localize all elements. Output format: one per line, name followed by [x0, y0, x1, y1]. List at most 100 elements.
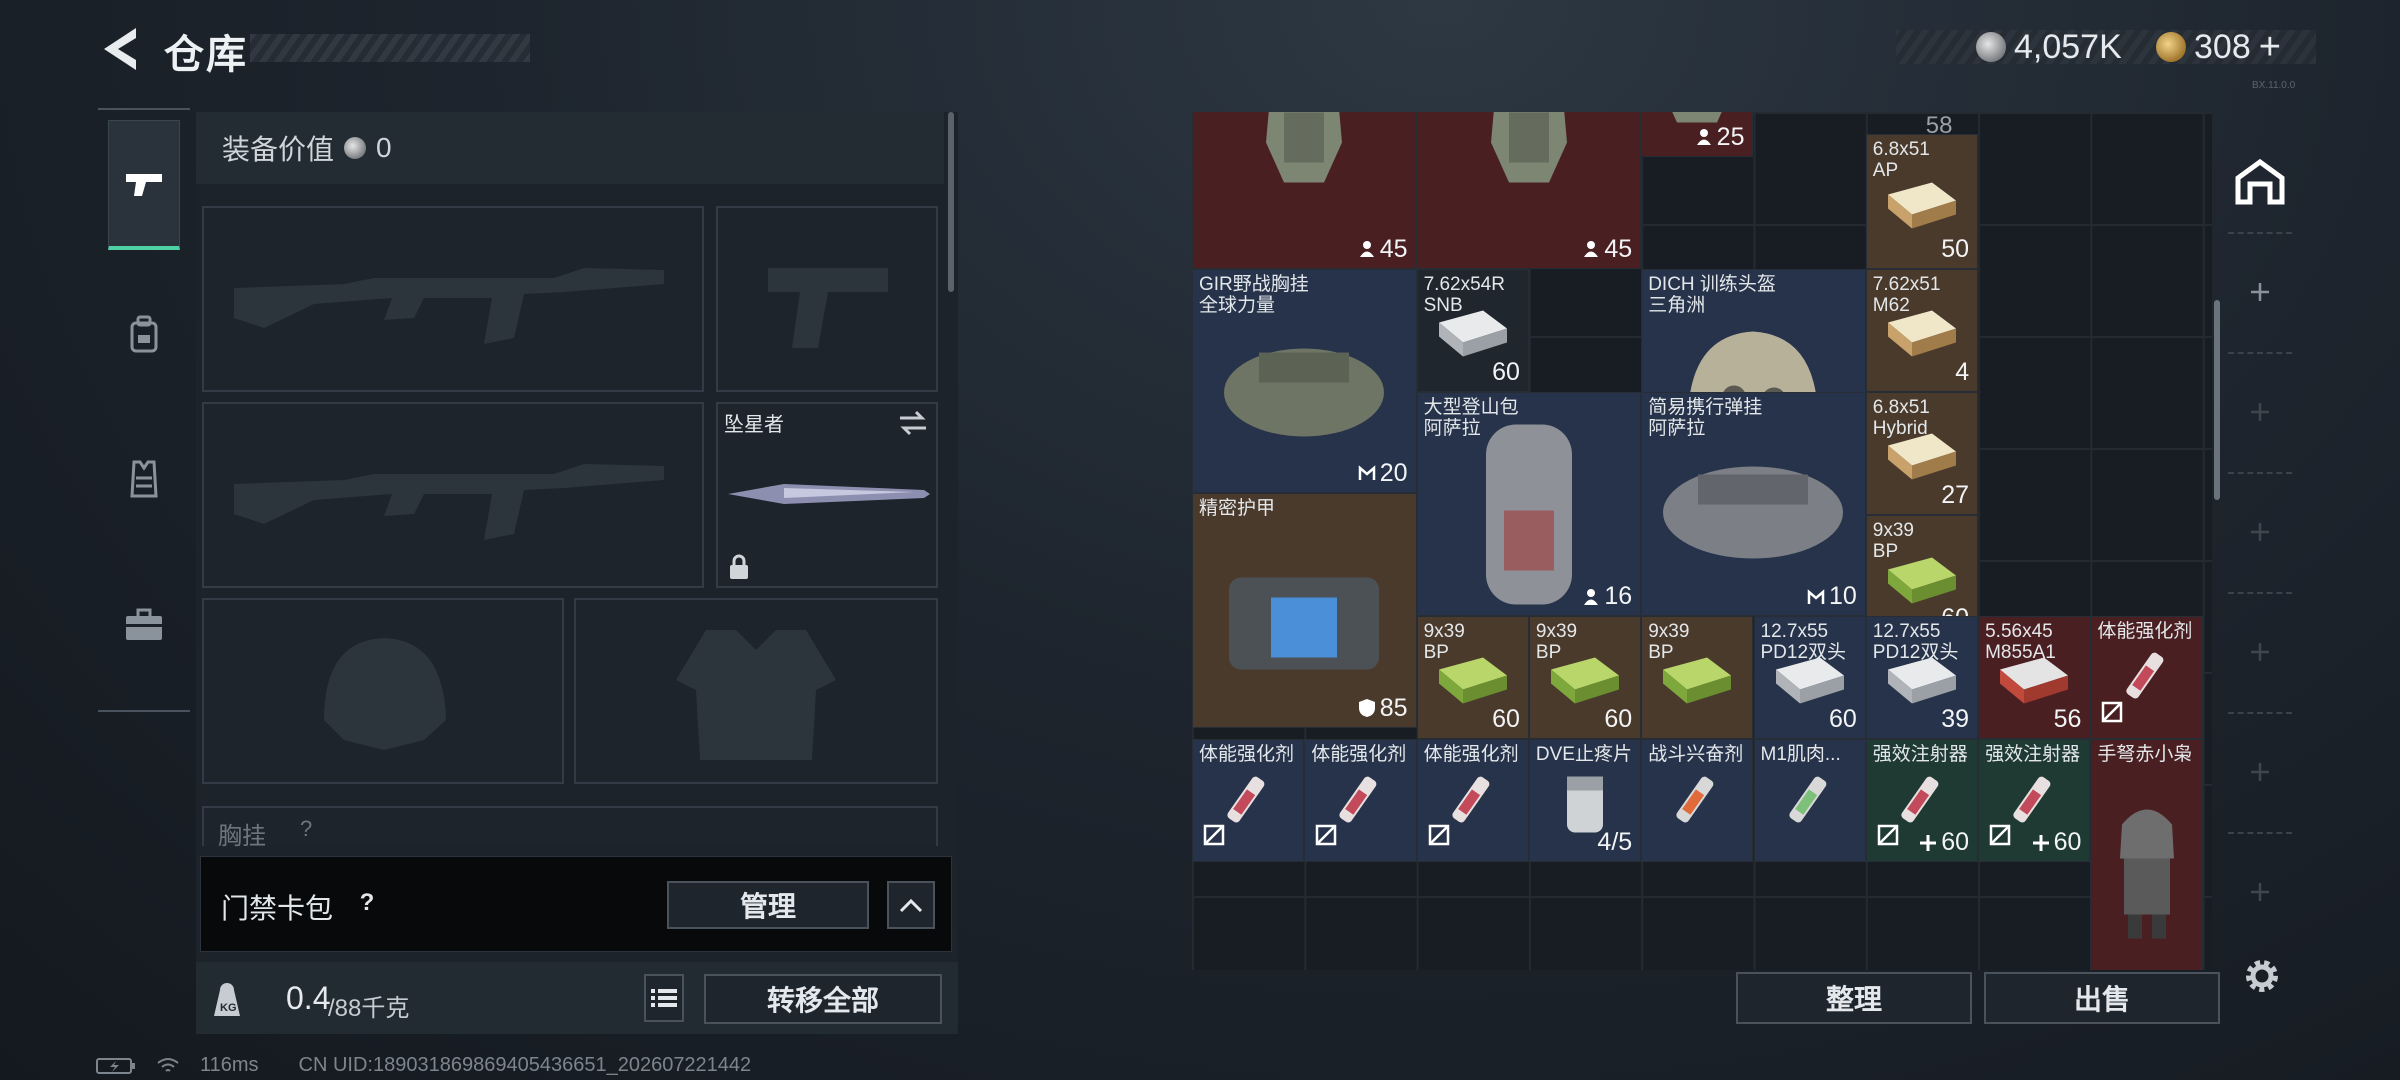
armor-slot[interactable] — [574, 598, 938, 784]
inventory-item[interactable]: 手弩赤小枭 — [2090, 739, 2203, 970]
inventory-item[interactable]: 12.7x55 PD12双头 39 — [1865, 616, 1979, 740]
inventory-item[interactable]: GIR野战胸挂 全球力量 20 — [1192, 268, 1417, 493]
silver-amount: 4,057K — [2014, 27, 2122, 66]
inventory-item[interactable]: 12.7x55 PD12双头 60 — [1753, 616, 1866, 740]
inventory-item[interactable]: 9x39 BP 60 — [1416, 616, 1529, 740]
primary-weapon-slot[interactable] — [202, 206, 704, 392]
category-nav — [98, 108, 190, 712]
nav-weapons[interactable] — [108, 120, 180, 250]
inventory-item[interactable]: 45 — [1192, 112, 1417, 269]
item-count-value: 60 — [2053, 828, 2082, 857]
inventory-item[interactable]: 精密护甲 85 — [1192, 492, 1417, 728]
armor-silhouette-icon — [676, 630, 836, 760]
no-drop-icon — [1428, 824, 1450, 851]
storage-tabs — [2220, 112, 2300, 972]
tab-divider — [2228, 832, 2292, 834]
top-bar: 仓库 4,057K 308 + BX.11.0.0 — [0, 0, 2400, 100]
inventory-item[interactable]: 强效注射器 60 — [1978, 739, 2091, 863]
item-count-value: 60 — [1492, 705, 1520, 734]
item-count: 50 — [1941, 235, 1969, 264]
warehouse-tab[interactable] — [2228, 150, 2292, 214]
sell-button[interactable]: 出售 — [1984, 972, 2220, 1024]
gold-currency[interactable]: 308 + — [2156, 26, 2281, 68]
inventory-item[interactable]: 6.8x51 AP 50 — [1865, 134, 1979, 269]
item-image — [1474, 410, 1584, 615]
item-name: 7.62x51 M62 — [1872, 273, 1941, 316]
keycard-bag-label: 门禁卡包 — [221, 893, 334, 924]
swap-icon[interactable] — [898, 410, 928, 436]
helmet-slot[interactable] — [202, 598, 564, 784]
nav-case[interactable] — [108, 560, 180, 690]
title-decoration — [250, 34, 530, 62]
add-storage-tab[interactable] — [2228, 620, 2292, 684]
item-count-value: 45 — [1604, 234, 1633, 263]
item-count-value: 60 — [1941, 828, 1970, 857]
equipment-value-label: 装备价值 — [222, 134, 335, 165]
item-count-value: 45 — [1379, 234, 1408, 263]
item-count-value: 25 — [1716, 122, 1745, 151]
item-count: 45 — [1582, 235, 1632, 264]
item-name: 精密护甲 — [1199, 497, 1276, 519]
inventory-item[interactable]: 体能强化剂 — [1192, 739, 1305, 863]
inventory-item[interactable]: 25 — [1641, 112, 1754, 157]
inventory-item[interactable]: 体能强化剂 — [2090, 616, 2203, 740]
inventory-item[interactable]: 体能强化剂 — [1416, 739, 1529, 863]
collapse-button[interactable] — [887, 881, 935, 929]
status-bar: 116ms CN UID:18903186986940543665​1_2026… — [96, 1054, 751, 1077]
item-count-value: 4/5 — [1597, 828, 1633, 857]
secondary-weapon-slot[interactable] — [716, 206, 938, 392]
add-storage-tab[interactable] — [2228, 500, 2292, 564]
item-count-value: 85 — [1379, 693, 1408, 722]
wifi-icon — [157, 1057, 179, 1072]
gold-coin-icon — [2156, 32, 2186, 62]
second-primary-slot[interactable] — [202, 402, 704, 588]
inventory-item[interactable]: 6.8x51 Hybrid 27 — [1865, 392, 1979, 516]
battery-icon — [96, 1057, 135, 1074]
inventory-item[interactable]: 战斗兴奋剂 — [1641, 739, 1754, 863]
inventory-item[interactable]: 9x39 BP 60 — [1528, 616, 1642, 740]
add-storage-tab[interactable] — [2228, 860, 2292, 924]
add-storage-tab[interactable] — [2228, 740, 2292, 804]
settings-button[interactable] — [2240, 954, 2284, 998]
inventory-item[interactable]: DVE止疼片 4/5 — [1528, 739, 1642, 863]
chevron-up-icon — [899, 898, 923, 913]
add-storage-tab[interactable] — [2228, 380, 2292, 444]
durability-icon — [1358, 698, 1380, 718]
item-count-value: 60 — [1604, 705, 1633, 734]
weight-icon: KG — [214, 983, 240, 1016]
item-count: 60 — [1919, 828, 1969, 857]
inventory-item[interactable]: 9x39 BP — [1641, 616, 1754, 740]
briefcase-icon — [126, 608, 162, 640]
sort-button[interactable]: 整理 — [1736, 972, 1972, 1024]
list-button[interactable] — [644, 974, 684, 1022]
inventory-item[interactable]: 7.62x51 M62 4 — [1865, 268, 1979, 392]
keycard-help-icon[interactable]: ? — [349, 885, 385, 921]
loadout-scrollbar[interactable] — [948, 112, 954, 292]
item-image — [1882, 174, 1962, 239]
lock-icon — [730, 554, 748, 579]
chest-rig-slot[interactable]: 胸挂 ? — [202, 806, 938, 850]
chest-rig-hint: ? — [300, 816, 313, 841]
inventory-item[interactable]: 简易携行弹挂 阿萨拉 10 — [1641, 392, 1866, 616]
rifle-silhouette-icon — [234, 464, 664, 540]
item-count-value: 10 — [1828, 582, 1857, 610]
add-storage-tab[interactable] — [2228, 260, 2292, 324]
inventory-item[interactable]: 45 — [1416, 112, 1642, 269]
silver-coin-icon — [1976, 32, 2006, 62]
keycard-bag: 门禁卡包 ? 管理 — [200, 856, 952, 952]
back-button[interactable] — [96, 22, 146, 76]
manage-button[interactable]: 管理 — [667, 881, 869, 929]
nav-vest[interactable] — [108, 414, 180, 544]
melee-slot[interactable]: 坠星者 — [716, 402, 938, 588]
transfer-all-button[interactable]: 转移全部 — [704, 974, 942, 1024]
inventory-item[interactable]: M1肌肉... — [1753, 739, 1866, 863]
inventory-item[interactable]: 7.62x54R SNB 60 — [1416, 268, 1529, 392]
inventory-item[interactable]: 大型登山包 阿萨拉 16 — [1416, 392, 1642, 616]
capacity-icon — [1695, 128, 1717, 146]
inventory-item[interactable]: 强效注射器 60 — [1865, 739, 1979, 863]
add-gold-icon[interactable]: + — [2259, 26, 2281, 69]
inventory-item[interactable]: 5.56x45 M855A1 56 — [1978, 616, 2091, 740]
plus-icon — [2251, 643, 2269, 661]
inventory-item[interactable]: 体能强化剂 — [1304, 739, 1417, 863]
nav-backpack[interactable] — [108, 270, 180, 400]
